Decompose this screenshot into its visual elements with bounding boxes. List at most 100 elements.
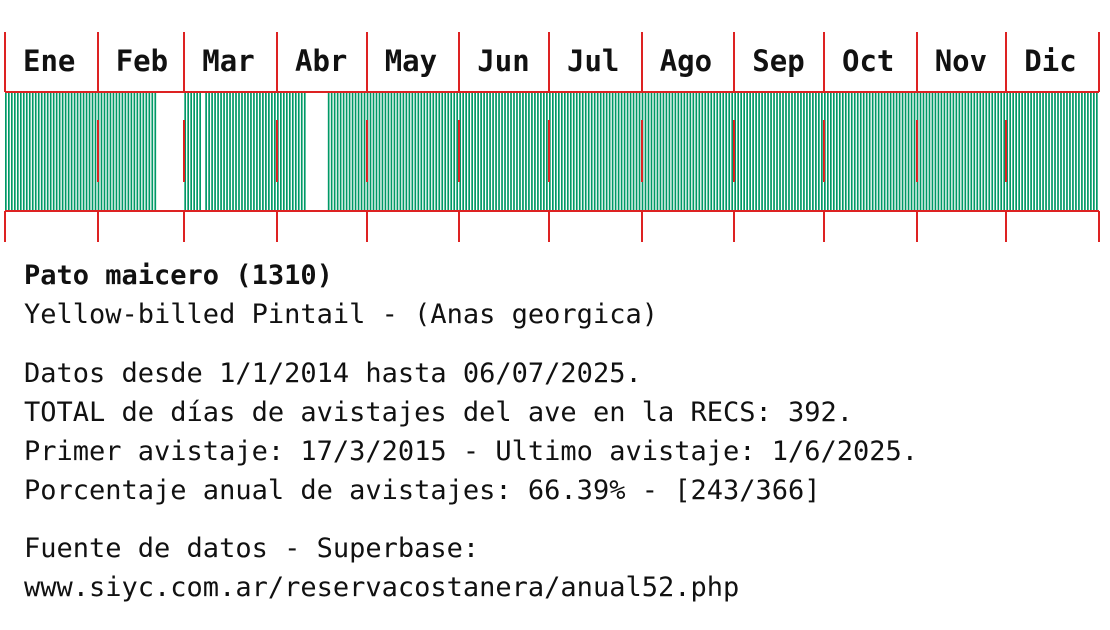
source-label: Fuente de datos - Superbase: bbox=[24, 533, 480, 564]
sighting-day-mark bbox=[462, 92, 465, 211]
sighting-day-mark bbox=[1093, 92, 1095, 211]
sighting-day-mark bbox=[40, 92, 43, 211]
sighting-day-mark bbox=[333, 92, 336, 211]
sighting-day-mark bbox=[444, 92, 447, 211]
sighting-day-mark bbox=[925, 92, 928, 211]
sighting-day-mark bbox=[569, 92, 572, 211]
sighting-day-mark bbox=[988, 92, 991, 211]
sighting-day-mark bbox=[919, 92, 922, 211]
sighting-day-mark bbox=[943, 92, 946, 211]
sighting-day-mark bbox=[1066, 92, 1068, 211]
sighting-day-mark bbox=[626, 92, 629, 211]
month-label: Mar bbox=[202, 44, 254, 78]
sighting-day-mark bbox=[835, 92, 838, 211]
sighting-day-mark bbox=[450, 92, 453, 211]
sighting-day-mark bbox=[737, 92, 740, 211]
sighting-day-mark bbox=[540, 92, 542, 211]
sighting-day-mark bbox=[10, 92, 13, 211]
sighting-day-mark bbox=[205, 92, 207, 211]
species-title: Pato maicero (1310) bbox=[24, 260, 333, 291]
sighting-day-mark bbox=[560, 92, 563, 211]
sighting-day-mark bbox=[378, 92, 381, 211]
sighting-day-mark bbox=[1036, 92, 1038, 211]
sighting-day-mark bbox=[133, 92, 136, 211]
month-label: Ago bbox=[660, 44, 712, 78]
sighting-day-mark bbox=[274, 92, 276, 211]
sighting-day-mark bbox=[779, 92, 781, 211]
sighting-day-mark bbox=[695, 92, 698, 211]
sighting-day-mark bbox=[686, 92, 689, 211]
sighting-day-mark bbox=[743, 92, 745, 211]
sighting-day-mark bbox=[546, 92, 548, 211]
sighting-day-mark bbox=[829, 92, 832, 211]
sighting-day-mark bbox=[420, 92, 423, 211]
sighting-day-mark bbox=[435, 92, 438, 211]
sighting-day-mark bbox=[235, 92, 237, 211]
sighting-day-mark bbox=[862, 92, 865, 211]
sighting-day-mark bbox=[61, 92, 64, 211]
sighting-day-mark bbox=[5, 92, 7, 211]
sighting-day-mark bbox=[109, 92, 112, 211]
sighting-day-mark bbox=[256, 92, 258, 211]
sighting-day-mark bbox=[713, 92, 716, 211]
sighting-day-mark bbox=[994, 92, 997, 211]
sighting-day-mark bbox=[396, 92, 399, 211]
sighting-day-mark bbox=[259, 92, 261, 211]
sighting-day-mark bbox=[411, 92, 414, 211]
sighting-day-mark bbox=[1054, 92, 1056, 211]
sighting-day-mark bbox=[773, 92, 775, 211]
sighting-day-mark bbox=[483, 92, 485, 211]
sighting-day-mark bbox=[498, 92, 500, 211]
sighting-day-mark bbox=[608, 92, 611, 211]
sighting-day-mark bbox=[124, 92, 127, 211]
sighting-day-mark bbox=[650, 92, 653, 211]
sighting-day-mark bbox=[351, 92, 354, 211]
sighting-day-mark bbox=[776, 92, 778, 211]
sighting-day-mark bbox=[330, 92, 333, 211]
sighting-day-mark bbox=[1057, 92, 1059, 211]
sighting-day-mark bbox=[638, 92, 641, 211]
sighting-day-mark bbox=[689, 92, 692, 211]
sighting-day-mark bbox=[342, 92, 345, 211]
sighting-day-mark bbox=[841, 92, 844, 211]
sighting-day-mark bbox=[623, 92, 626, 211]
sighting-day-mark bbox=[196, 92, 198, 211]
sighting-day-mark bbox=[719, 92, 722, 211]
sighting-day-mark bbox=[949, 92, 952, 211]
sighting-day-mark bbox=[88, 92, 91, 211]
sighting-day-mark bbox=[519, 92, 521, 211]
sighting-day-mark bbox=[1042, 92, 1044, 211]
sighting-day-mark bbox=[587, 92, 590, 211]
sighting-day-mark bbox=[940, 92, 943, 211]
sighting-day-mark bbox=[58, 92, 61, 211]
sighting-day-mark bbox=[291, 92, 294, 211]
month-label: Feb bbox=[116, 44, 168, 78]
source-url: www.siyc.com.ar/reservacostanera/anual52… bbox=[24, 572, 740, 603]
sighting-day-mark bbox=[1072, 92, 1074, 211]
sighting-day-mark bbox=[477, 92, 479, 211]
sighting-day-mark bbox=[405, 92, 408, 211]
sighting-day-mark bbox=[22, 92, 25, 211]
sighting-day-mark bbox=[847, 92, 850, 211]
month-label: Oct bbox=[842, 44, 894, 78]
sighting-day-mark bbox=[826, 92, 829, 211]
sighting-day-mark bbox=[761, 92, 763, 211]
sighting-day-mark bbox=[432, 92, 435, 211]
sighting-day-mark bbox=[64, 92, 67, 211]
sighting-day-mark bbox=[746, 92, 748, 211]
sighting-day-mark bbox=[578, 92, 581, 211]
sighting-day-mark bbox=[142, 92, 145, 211]
sighting-day-mark bbox=[635, 92, 638, 211]
sighting-day-mark bbox=[67, 92, 70, 211]
sighting-day-mark bbox=[844, 92, 847, 211]
sighting-day-mark bbox=[1060, 92, 1062, 211]
month-label: Dic bbox=[1024, 44, 1076, 78]
sighting-day-mark bbox=[489, 92, 491, 211]
sighting-day-mark bbox=[471, 92, 473, 211]
sighting-day-mark bbox=[871, 92, 874, 211]
sighting-day-mark bbox=[73, 92, 76, 211]
sighting-day-mark bbox=[904, 92, 907, 211]
sighting-day-mark bbox=[1027, 92, 1029, 211]
sighting-day-mark bbox=[1051, 92, 1053, 211]
sighting-day-mark bbox=[423, 92, 426, 211]
